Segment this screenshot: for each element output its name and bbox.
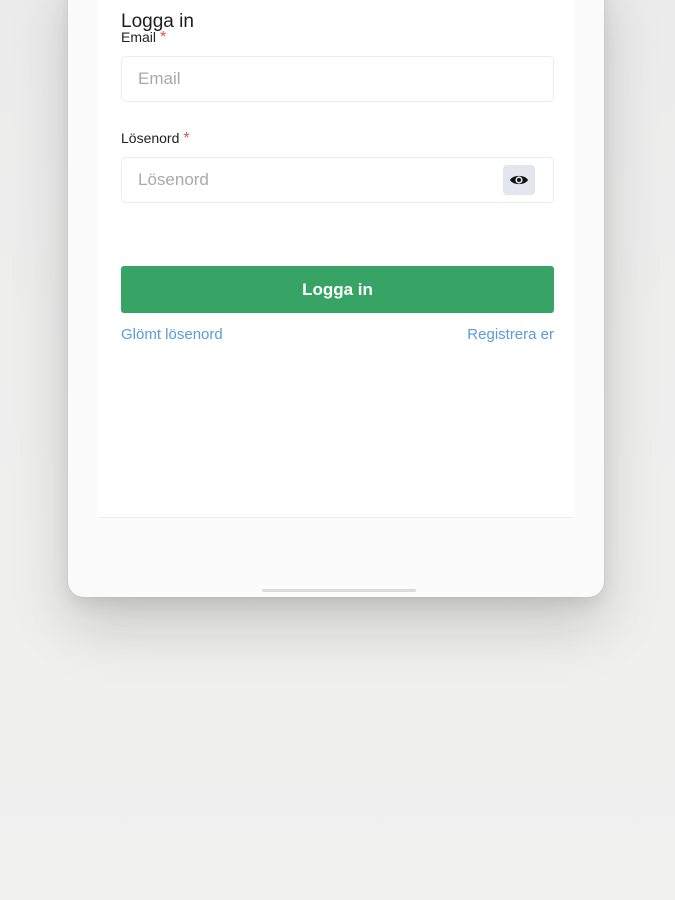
email-required-mark: * (160, 29, 167, 46)
password-label-text: Lösenord (121, 130, 180, 146)
email-field[interactable] (122, 57, 553, 101)
device-frame: Logga in Email* Lösenord* (68, 0, 604, 597)
email-label-text: Email (121, 29, 157, 45)
email-label: Email * (121, 28, 166, 47)
register-link[interactable]: Registrera er (467, 326, 554, 344)
login-button[interactable]: Logga in (121, 266, 554, 313)
home-indicator (262, 589, 416, 592)
show-password-button[interactable] (503, 165, 535, 195)
password-field[interactable] (122, 158, 553, 202)
forgot-password-link[interactable]: Glömt lösenord (121, 326, 223, 344)
email-field-container (121, 56, 554, 102)
password-label: Lösenord * (121, 129, 190, 148)
eye-icon (510, 175, 528, 185)
page-title: Logga in (121, 11, 194, 32)
password-required-mark: * (183, 130, 190, 147)
login-form: Logga in Email* Lösenord* (121, 10, 554, 343)
password-field-container (121, 157, 554, 203)
app-screen: Logga in Email* Lösenord* (98, 0, 574, 518)
